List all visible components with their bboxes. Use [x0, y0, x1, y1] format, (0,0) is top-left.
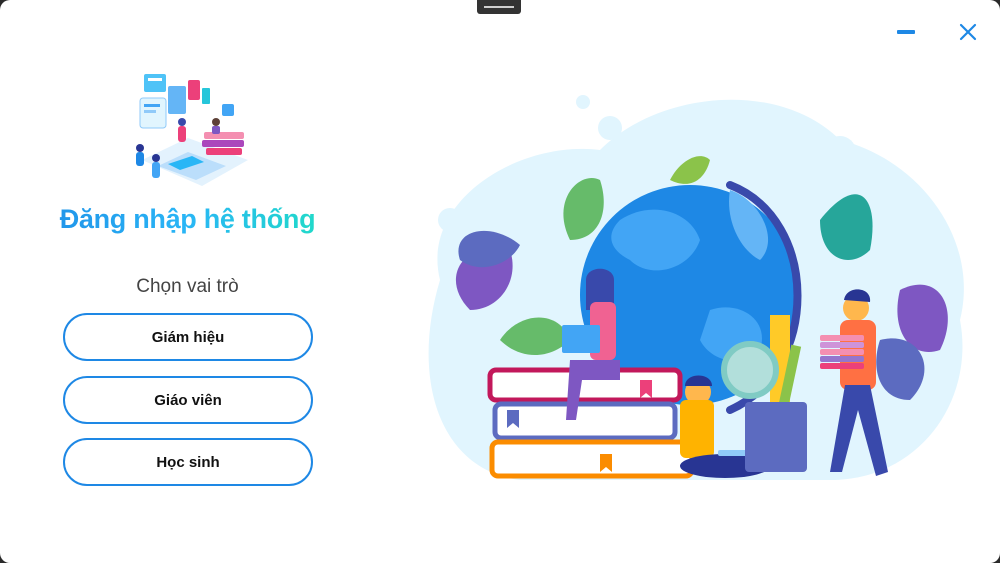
login-window: Đăng nhập hệ thống Chọn vai trò Giám hiệ… [0, 0, 1000, 563]
education-hero-illustration [428, 95, 964, 480]
minimize-button[interactable] [892, 18, 920, 46]
minimize-icon [897, 30, 915, 34]
window-drag-handle[interactable] [477, 0, 521, 14]
role-button-teacher[interactable]: Giáo viên [63, 376, 313, 424]
close-button[interactable] [954, 18, 982, 46]
role-button-student[interactable]: Học sinh [63, 438, 313, 486]
role-prompt: Chọn vai trò [136, 276, 239, 297]
close-icon [959, 23, 977, 41]
role-button-principal[interactable]: Giám hiệu [63, 313, 313, 361]
education-logo-illustration [136, 74, 248, 186]
page-title: Đăng nhập hệ thống [0, 204, 375, 235]
login-panel: Đăng nhập hệ thống Chọn vai trò Giám hiệ… [0, 0, 380, 563]
